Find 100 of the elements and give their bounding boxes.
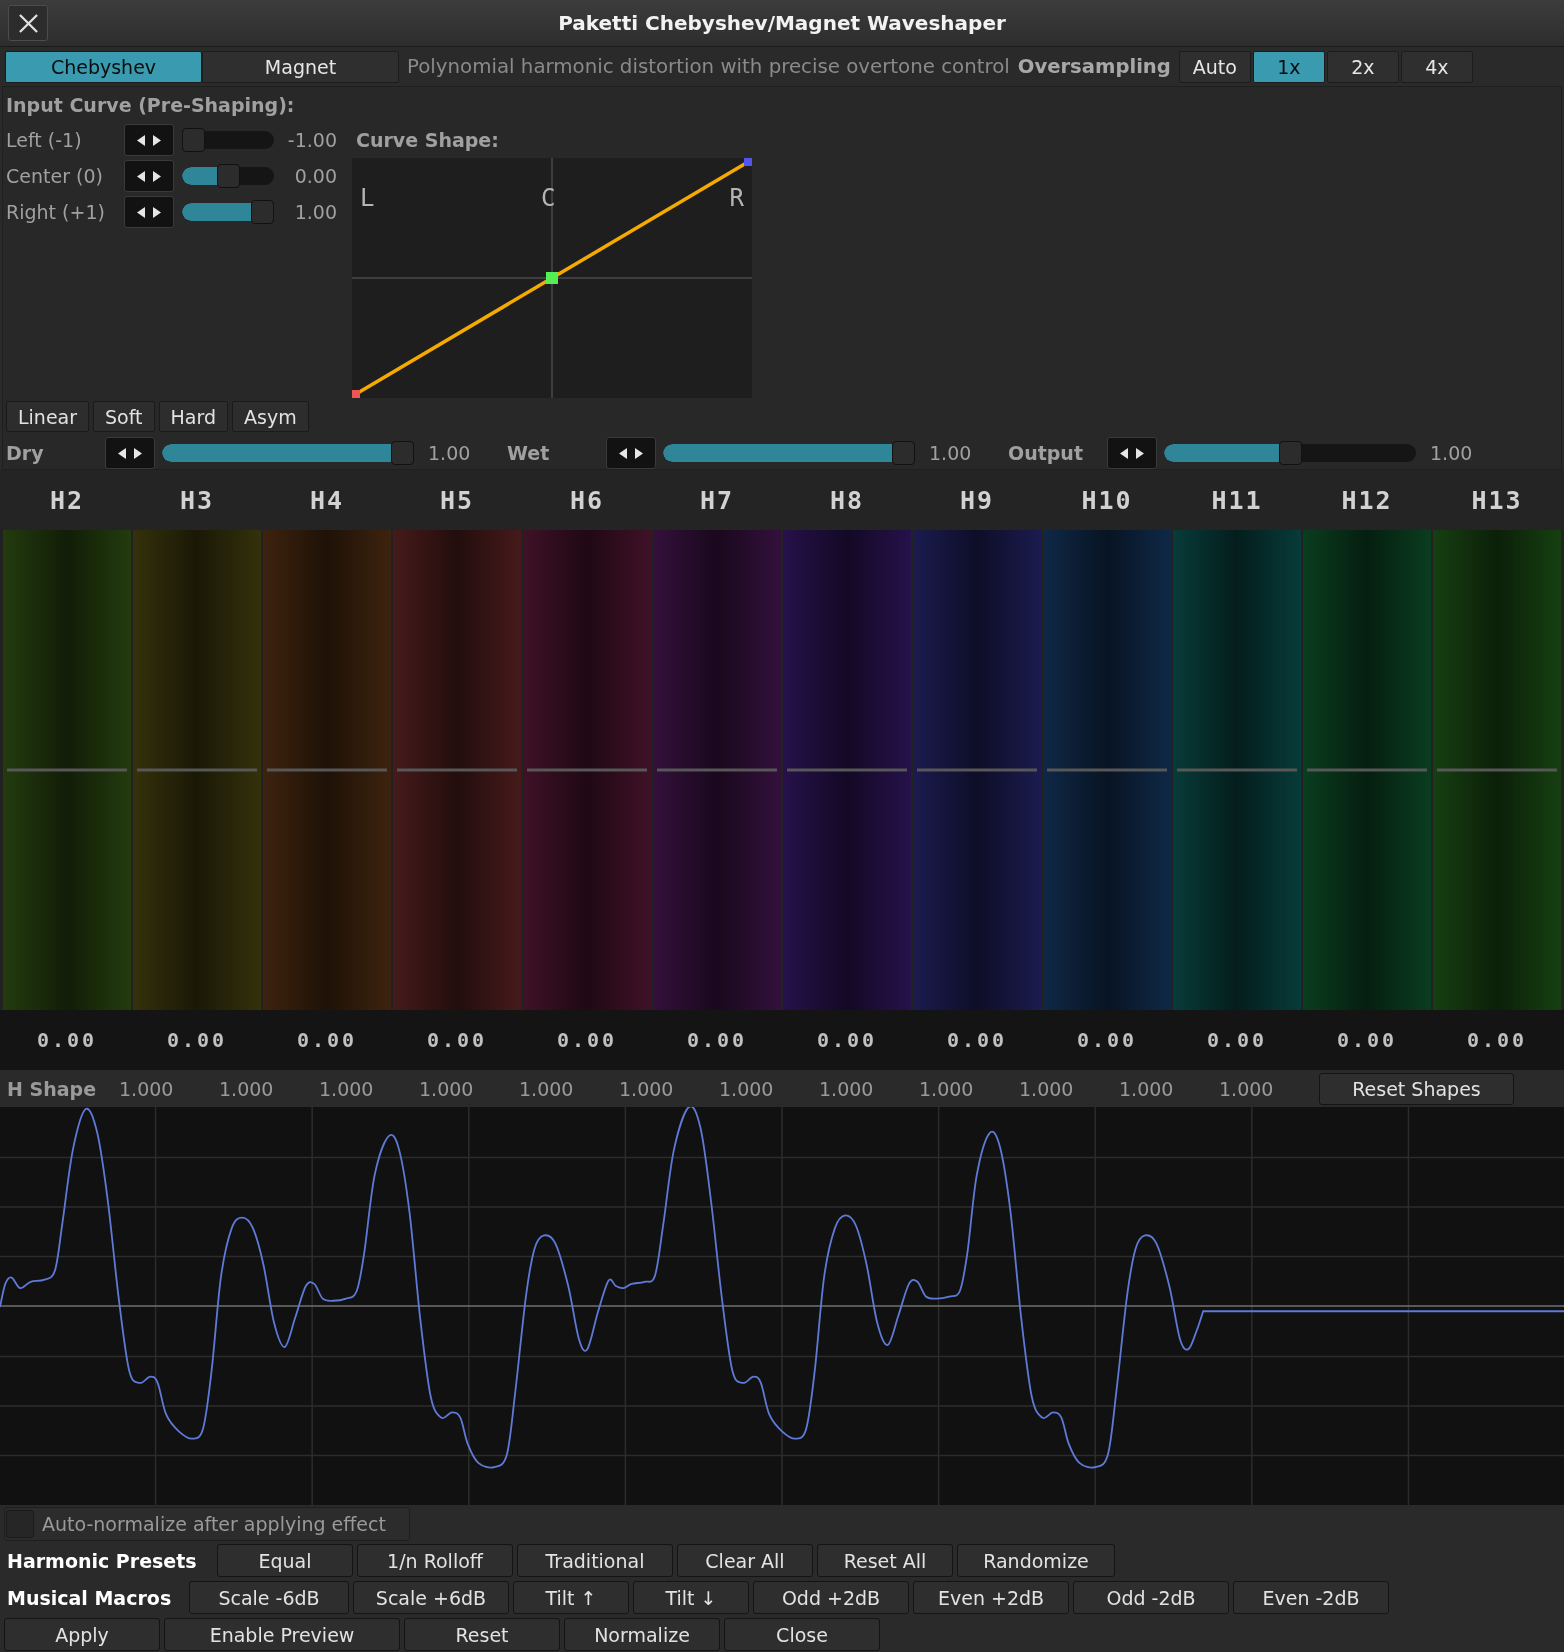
harmonic-slider[interactable]	[393, 530, 521, 1010]
slider-handle[interactable]	[137, 768, 257, 772]
auto-normalize-option[interactable]: Auto-normalize after applying effect	[4, 1507, 410, 1541]
slider-track[interactable]	[182, 200, 274, 224]
harmonic-slider[interactable]	[653, 530, 781, 1010]
curve-preset-button[interactable]: Hard	[158, 401, 229, 432]
harmonic-slider[interactable]	[263, 530, 391, 1010]
slider-handle[interactable]	[1307, 768, 1427, 772]
stepper-control[interactable]	[606, 437, 656, 469]
stepper-control[interactable]	[1107, 437, 1157, 469]
slider-handle[interactable]	[917, 768, 1037, 772]
harmonic-preset-button[interactable]: Reset All	[817, 1544, 953, 1577]
harmonic-value: 0.00	[686, 1028, 748, 1052]
harmonic-slider[interactable]	[523, 530, 651, 1010]
oversampling-option[interactable]: Auto	[1178, 50, 1251, 83]
stepper-control[interactable]	[105, 437, 155, 469]
stepper-control[interactable]	[124, 124, 174, 156]
harmonic-preset-button[interactable]: Equal	[217, 1544, 353, 1577]
mode-tab[interactable]: Chebyshev	[5, 50, 202, 83]
curve-preset-button[interactable]: Linear	[6, 401, 90, 432]
harmonic-value: 0.00	[166, 1028, 228, 1052]
oversampling-option[interactable]: 1x	[1252, 50, 1325, 83]
slider-handle[interactable]	[267, 768, 387, 772]
curve-point-icon[interactable]	[352, 390, 360, 398]
slider-thumb[interactable]	[892, 441, 915, 465]
harmonic-slider[interactable]	[783, 530, 911, 1010]
right-arrow-icon[interactable]	[153, 170, 161, 182]
left-arrow-icon[interactable]	[137, 206, 145, 218]
slider-track[interactable]	[182, 128, 274, 152]
row-label: Harmonic Presets	[6, 1549, 198, 1572]
slider-handle[interactable]	[1437, 768, 1557, 772]
oversampling-option[interactable]: 2x	[1326, 50, 1399, 83]
harmonic-label: H12	[1341, 485, 1393, 515]
h-shape-value: 1.000	[1019, 1077, 1075, 1100]
slider-thumb[interactable]	[391, 441, 414, 465]
action-button[interactable]: Normalize	[564, 1618, 720, 1651]
stepper-control[interactable]	[124, 196, 174, 228]
close-icon[interactable]	[18, 13, 38, 33]
action-button[interactable]: Enable Preview	[164, 1618, 400, 1651]
macro-button[interactable]: Tilt ↓	[633, 1581, 749, 1614]
mode-tab[interactable]: Magnet	[202, 50, 399, 83]
right-arrow-icon[interactable]	[153, 206, 161, 218]
left-arrow-icon[interactable]	[137, 134, 145, 146]
slider-handle[interactable]	[787, 768, 907, 772]
harmonic-slider[interactable]	[1433, 530, 1561, 1010]
macro-button[interactable]: Tilt ↑	[513, 1581, 629, 1614]
close-button[interactable]	[8, 5, 48, 41]
harmonic-slider[interactable]	[3, 530, 131, 1010]
h-shape-value: 1.000	[819, 1077, 875, 1100]
curve-preset-button[interactable]: Asym	[232, 401, 309, 432]
slider-track[interactable]	[182, 164, 274, 188]
left-arrow-icon[interactable]	[137, 170, 145, 182]
action-button[interactable]: Reset	[404, 1618, 560, 1651]
slider-track[interactable]	[663, 441, 915, 465]
slider-handle[interactable]	[657, 768, 777, 772]
curve-point-icon[interactable]	[744, 158, 752, 166]
harmonic-value: 0.00	[426, 1028, 488, 1052]
right-arrow-icon[interactable]	[635, 447, 643, 459]
slider-handle[interactable]	[1177, 768, 1297, 772]
harmonic-slider[interactable]	[1043, 530, 1171, 1010]
slider-thumb[interactable]	[182, 128, 205, 152]
left-arrow-icon[interactable]	[118, 447, 126, 459]
slider-handle[interactable]	[1047, 768, 1167, 772]
slider-thumb[interactable]	[1278, 441, 1302, 465]
slider-handle[interactable]	[397, 768, 517, 772]
harmonic-slider[interactable]	[1303, 530, 1431, 1010]
right-arrow-icon[interactable]	[153, 134, 161, 146]
macro-button[interactable]: Scale -6dB	[189, 1581, 349, 1614]
macro-button[interactable]: Even -2dB	[1233, 1581, 1389, 1614]
macro-button[interactable]: Even +2dB	[913, 1581, 1069, 1614]
action-button[interactable]: Apply	[4, 1618, 160, 1651]
stepper-control[interactable]	[124, 160, 174, 192]
right-arrow-icon[interactable]	[134, 447, 142, 459]
slider-thumb[interactable]	[251, 200, 274, 224]
macro-button[interactable]: Scale +6dB	[353, 1581, 509, 1614]
slider-handle[interactable]	[7, 768, 127, 772]
description-text: Polynomial harmonic distortion with precise overtone control	[407, 55, 1010, 78]
harmonic-preset-button[interactable]: Traditional	[517, 1544, 673, 1577]
h-shape-value: 1.000	[119, 1077, 175, 1100]
macro-button[interactable]: Odd -2dB	[1073, 1581, 1229, 1614]
left-arrow-icon[interactable]	[1120, 447, 1128, 459]
harmonic-slider[interactable]	[913, 530, 1041, 1010]
action-button[interactable]: Close	[724, 1618, 880, 1651]
oversampling-option[interactable]: 4x	[1400, 50, 1473, 83]
right-arrow-icon[interactable]	[1136, 447, 1144, 459]
left-arrow-icon[interactable]	[619, 447, 627, 459]
curve-point-icon[interactable]	[546, 272, 558, 284]
reset-shapes-button[interactable]: Reset Shapes	[1319, 1072, 1514, 1105]
slider-thumb[interactable]	[216, 164, 240, 188]
harmonic-slider[interactable]	[1173, 530, 1301, 1010]
harmonic-preset-button[interactable]: 1/n Rolloff	[357, 1544, 513, 1577]
harmonic-label: H4	[309, 485, 345, 515]
slider-handle[interactable]	[527, 768, 647, 772]
macro-button[interactable]: Odd +2dB	[753, 1581, 909, 1614]
slider-track[interactable]	[162, 441, 414, 465]
curve-preset-button[interactable]: Soft	[93, 401, 155, 432]
harmonic-preset-button[interactable]: Randomize	[957, 1544, 1115, 1577]
harmonic-preset-button[interactable]: Clear All	[677, 1544, 813, 1577]
slider-track[interactable]	[1164, 441, 1416, 465]
harmonic-slider[interactable]	[133, 530, 261, 1010]
